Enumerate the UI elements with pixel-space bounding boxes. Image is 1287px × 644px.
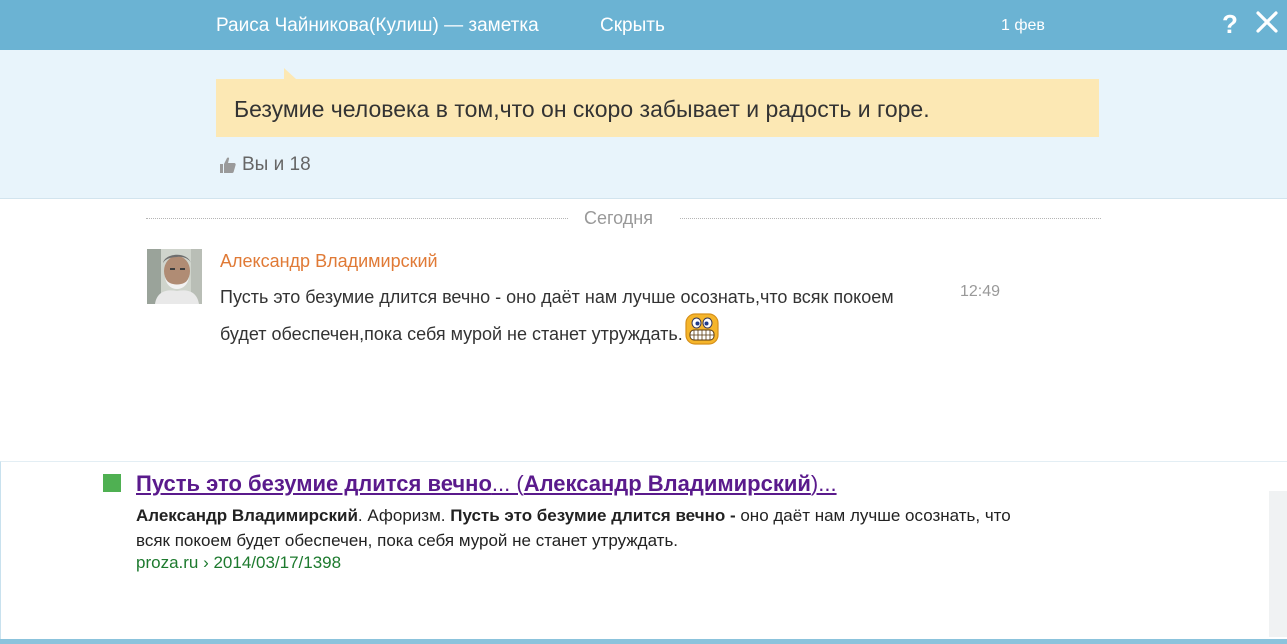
help-button[interactable]: ? — [1222, 9, 1238, 40]
result-title-plain-2: )... — [810, 471, 837, 496]
snippet-bold-1: Александр Владимирский — [136, 506, 358, 525]
likes-button[interactable]: Вы и 18 — [218, 154, 311, 176]
snippet-bold-2: Пусть это безумие длится вечно - — [450, 506, 736, 525]
divider-line-left — [146, 218, 568, 219]
result-title-plain-1: ... ( — [491, 471, 524, 496]
header-bar: Раиса Чайникова(Кулиш) — заметка Скрыть … — [0, 0, 1287, 50]
comment-author[interactable]: Александр Владимирский — [220, 251, 438, 272]
result-title-bold-2: Александр Владимирский — [523, 471, 811, 496]
result-title-link[interactable]: Пусть это безумие длится вечно... (Алекс… — [136, 471, 837, 497]
note-title: Раиса Чайникова(Кулиш) — заметка — [216, 15, 539, 36]
divider-label: Сегодня — [584, 208, 653, 228]
grinning-smiley-icon — [685, 313, 719, 345]
bottom-border — [0, 639, 1287, 644]
divider-line-right — [680, 218, 1101, 219]
note-bubble: Безумие человека в том,что он скоро забы… — [216, 68, 1099, 137]
snippet-plain-1: . Афоризм. — [357, 506, 451, 525]
note-text: Безумие человека в том,что он скоро забы… — [234, 96, 930, 122]
comment-body: Пусть это безумие длится вечно - оно даё… — [220, 282, 920, 350]
comment-time: 12:49 — [960, 283, 1001, 300]
avatar[interactable] — [147, 249, 202, 304]
likes-label: Вы и 18 — [242, 154, 311, 175]
avatar-image — [147, 249, 202, 304]
result-snippet: Александр Владимирский. Афоризм. Пусть э… — [136, 503, 1016, 553]
result-favicon — [103, 474, 121, 492]
today-divider: Сегодня — [146, 208, 1101, 228]
note-date: 1 фев — [1001, 17, 1045, 34]
result-title-bold-1: Пусть это безумие длится вечно — [136, 471, 492, 496]
thumbs-up-icon — [220, 157, 236, 173]
close-icon — [1256, 11, 1278, 33]
hide-button[interactable]: Скрыть — [600, 15, 665, 37]
comment-text: Пусть это безумие длится вечно - оно даё… — [220, 287, 894, 344]
note-area: Безумие человека в том,что он скоро забы… — [0, 50, 1287, 199]
result-url[interactable]: proza.ru › 2014/03/17/1398 — [136, 553, 341, 573]
close-button[interactable] — [1253, 8, 1281, 36]
scroll-strip — [1269, 491, 1287, 637]
